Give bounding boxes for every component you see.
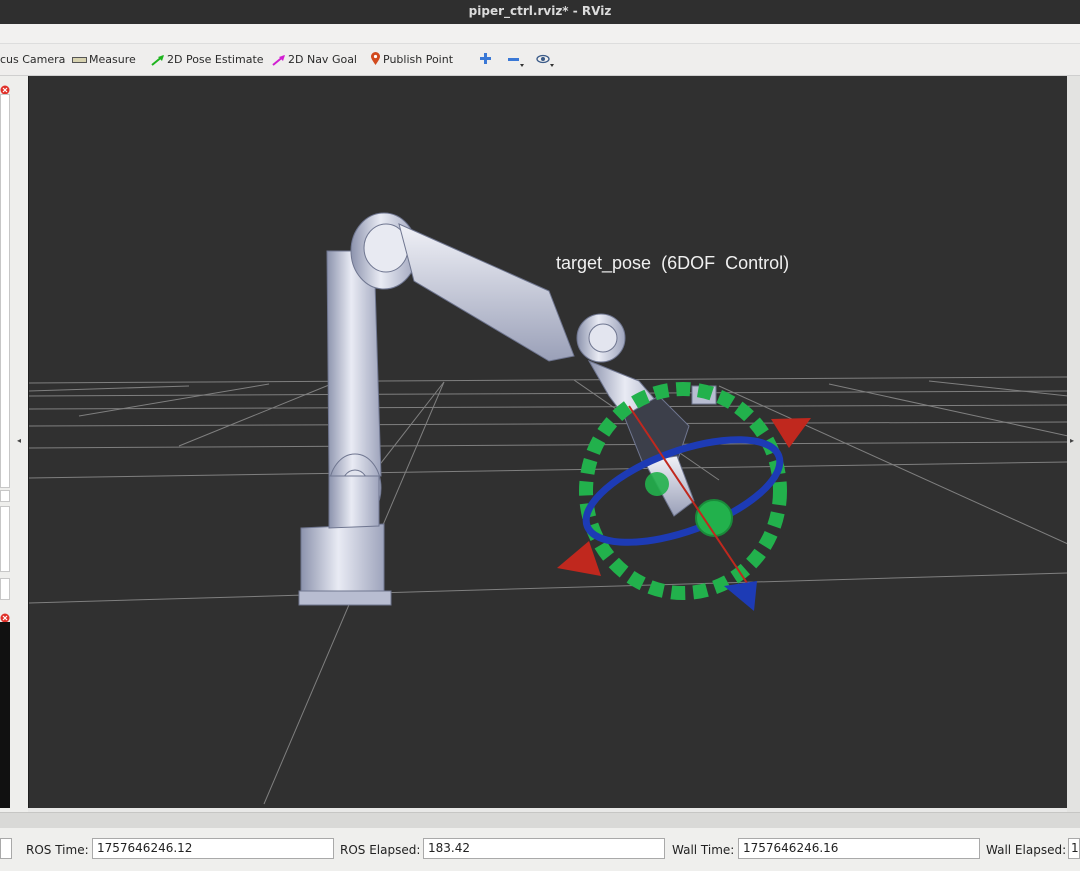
measure-tool[interactable]: Measure	[72, 52, 136, 70]
views-panel	[0, 622, 10, 808]
add-tool-button[interactable]	[479, 52, 495, 70]
close-icon[interactable]	[0, 80, 10, 95]
remove-tool-button[interactable]	[507, 52, 527, 70]
add-display-button[interactable]	[0, 578, 10, 600]
map-pin-icon	[371, 52, 380, 65]
minus-icon	[508, 58, 524, 67]
dropdown-arrow-icon[interactable]	[0, 490, 10, 502]
scene-canvas	[29, 212, 1067, 805]
magenta-arrow-icon	[272, 55, 285, 66]
publish-point-label: Publish Point	[383, 53, 454, 66]
wall-time-field[interactable]: 1757646246.16	[738, 838, 980, 859]
focus-camera-label: cus Camera	[0, 53, 66, 66]
time-panel: ROS Time: 1757646246.12 ROS Elapsed: 183…	[0, 828, 1080, 871]
measure-label: Measure	[89, 53, 136, 66]
publish-point-tool[interactable]: Publish Point	[370, 52, 453, 70]
eye-icon	[536, 54, 554, 67]
ruler-icon	[72, 57, 87, 63]
status-bar	[0, 812, 1080, 828]
nav-goal-tool[interactable]: 2D Nav Goal	[272, 52, 357, 70]
pose-estimate-tool[interactable]: 2D Pose Estimate	[151, 52, 264, 70]
window-title: piper_ctrl.rviz* - RViz	[0, 0, 1080, 24]
marker-label: target_pose (6DOF Control)	[556, 253, 790, 273]
collapse-right-icon[interactable]: ▸	[1070, 436, 1074, 445]
time-mode-combo[interactable]	[0, 838, 12, 859]
plus-icon	[480, 53, 491, 64]
ros-time-label: ROS Time:	[26, 843, 89, 857]
property-box[interactable]	[0, 506, 10, 572]
displays-tree[interactable]	[0, 94, 10, 488]
nav-goal-label: 2D Nav Goal	[288, 53, 357, 66]
ros-elapsed-label: ROS Elapsed:	[340, 843, 421, 857]
green-arrow-icon	[151, 55, 164, 66]
wall-elapsed-label: Wall Elapsed:	[986, 843, 1067, 857]
render-viewport[interactable]: target_pose (6DOF Control)	[28, 76, 1067, 808]
ros-time-field[interactable]: 1757646246.12	[92, 838, 334, 859]
views-close-icon[interactable]	[0, 608, 10, 623]
wall-time-label: Wall Time:	[672, 843, 735, 857]
displays-panel: ◂	[0, 76, 28, 812]
views-menu-button[interactable]	[535, 52, 557, 70]
pose-estimate-label: 2D Pose Estimate	[167, 53, 264, 66]
focus-camera-tool[interactable]: cus Camera	[0, 52, 65, 70]
selection-panel-collapsed: ▸	[1067, 76, 1080, 812]
menu-bar	[0, 24, 1080, 44]
tool-bar: cus Camera Measure 2D Pose Estimate 2D N…	[0, 44, 1080, 76]
ground-grid	[29, 376, 1067, 805]
collapse-left-icon[interactable]: ◂	[17, 436, 21, 445]
ros-elapsed-field[interactable]: 183.42	[423, 838, 665, 859]
wall-elapsed-field[interactable]: 1	[1068, 838, 1080, 859]
